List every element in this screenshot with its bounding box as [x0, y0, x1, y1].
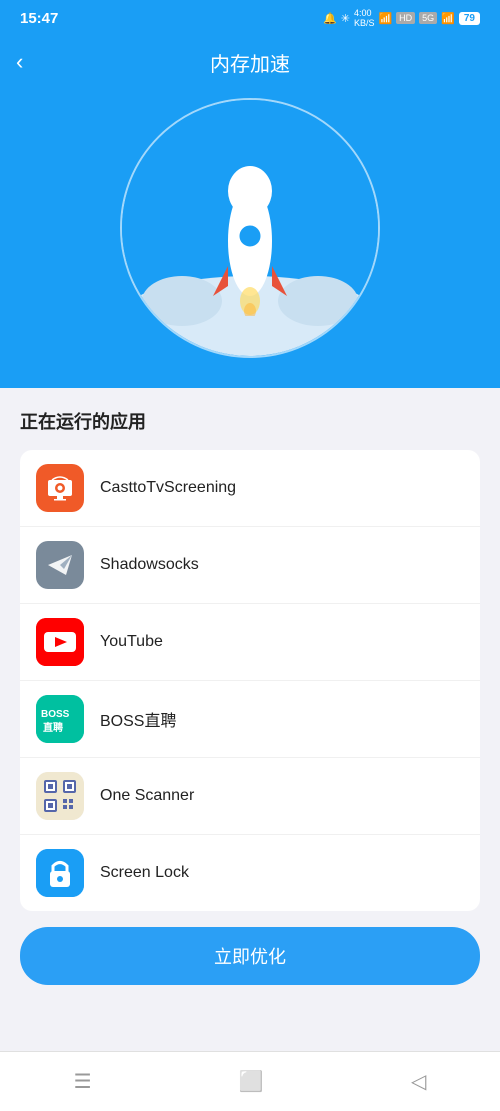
list-item[interactable]: Shadowsocks: [20, 527, 480, 604]
list-item[interactable]: YouTube: [20, 604, 480, 681]
status-icons: 🔔 ✳ 4:00KB/S 📶 HD 5G 📶 79: [323, 8, 480, 28]
list-item[interactable]: One Scanner: [20, 758, 480, 835]
5g-icon: 5G: [419, 12, 437, 24]
battery-icon: 79: [459, 12, 480, 25]
wifi-icon: 📶: [378, 12, 392, 25]
back-button[interactable]: ‹: [16, 49, 23, 75]
list-item[interactable]: Screen Lock: [20, 835, 480, 911]
home-icon[interactable]: ⬜: [239, 1069, 264, 1094]
status-bar: 15:47 🔔 ✳ 4:00KB/S 📶 HD 5G 📶 79: [0, 0, 500, 36]
optimize-button[interactable]: 立即优化: [20, 927, 480, 985]
rocket-icon: [205, 156, 295, 316]
shadowsocks-app-name: Shadowsocks: [100, 556, 199, 574]
youtube-icon: [36, 618, 84, 666]
svg-text:直聘: 直聘: [43, 721, 63, 734]
signal-icon: 📶: [441, 12, 455, 25]
header: ‹ 内存加速: [0, 36, 500, 88]
screenlock-icon: [36, 849, 84, 897]
list-item[interactable]: CasttoTvScreening: [20, 450, 480, 527]
optimize-btn-container: 立即优化: [0, 911, 500, 1001]
bluetooth-icon: ✳: [341, 12, 350, 25]
youtube-app-name: YouTube: [100, 633, 163, 651]
app-list: CasttoTvScreening Shadowsocks: [20, 450, 480, 911]
back-nav-icon[interactable]: ◁: [411, 1069, 426, 1094]
nav-bar: ☰ ⬜ ◁: [0, 1051, 500, 1111]
scanner-icon: [36, 772, 84, 820]
shadowsocks-icon: [36, 541, 84, 589]
page-title: 内存加速: [210, 48, 290, 77]
scanner-app-name: One Scanner: [100, 787, 194, 805]
svg-text:BOSS: BOSS: [41, 709, 70, 720]
bell-icon: 🔔: [323, 12, 337, 25]
content-area: 正在运行的应用 CasttoTvScreening: [0, 388, 500, 911]
screenlock-app-name: Screen Lock: [100, 864, 189, 882]
hd-icon: HD: [396, 12, 415, 24]
hero-section: [0, 88, 500, 388]
section-title: 正在运行的应用: [20, 408, 480, 434]
speed-indicator: 4:00KB/S: [354, 8, 375, 28]
rocket-circle: [120, 98, 380, 358]
menu-icon[interactable]: ☰: [74, 1069, 92, 1094]
list-item[interactable]: BOSS 直聘 BOSS直聘: [20, 681, 480, 758]
castto-app-name: CasttoTvScreening: [100, 479, 236, 497]
status-time: 15:47: [20, 10, 58, 27]
castto-icon: [36, 464, 84, 512]
boss-app-name: BOSS直聘: [100, 707, 176, 731]
rocket-scene: [122, 100, 378, 356]
boss-icon: BOSS 直聘: [36, 695, 84, 743]
